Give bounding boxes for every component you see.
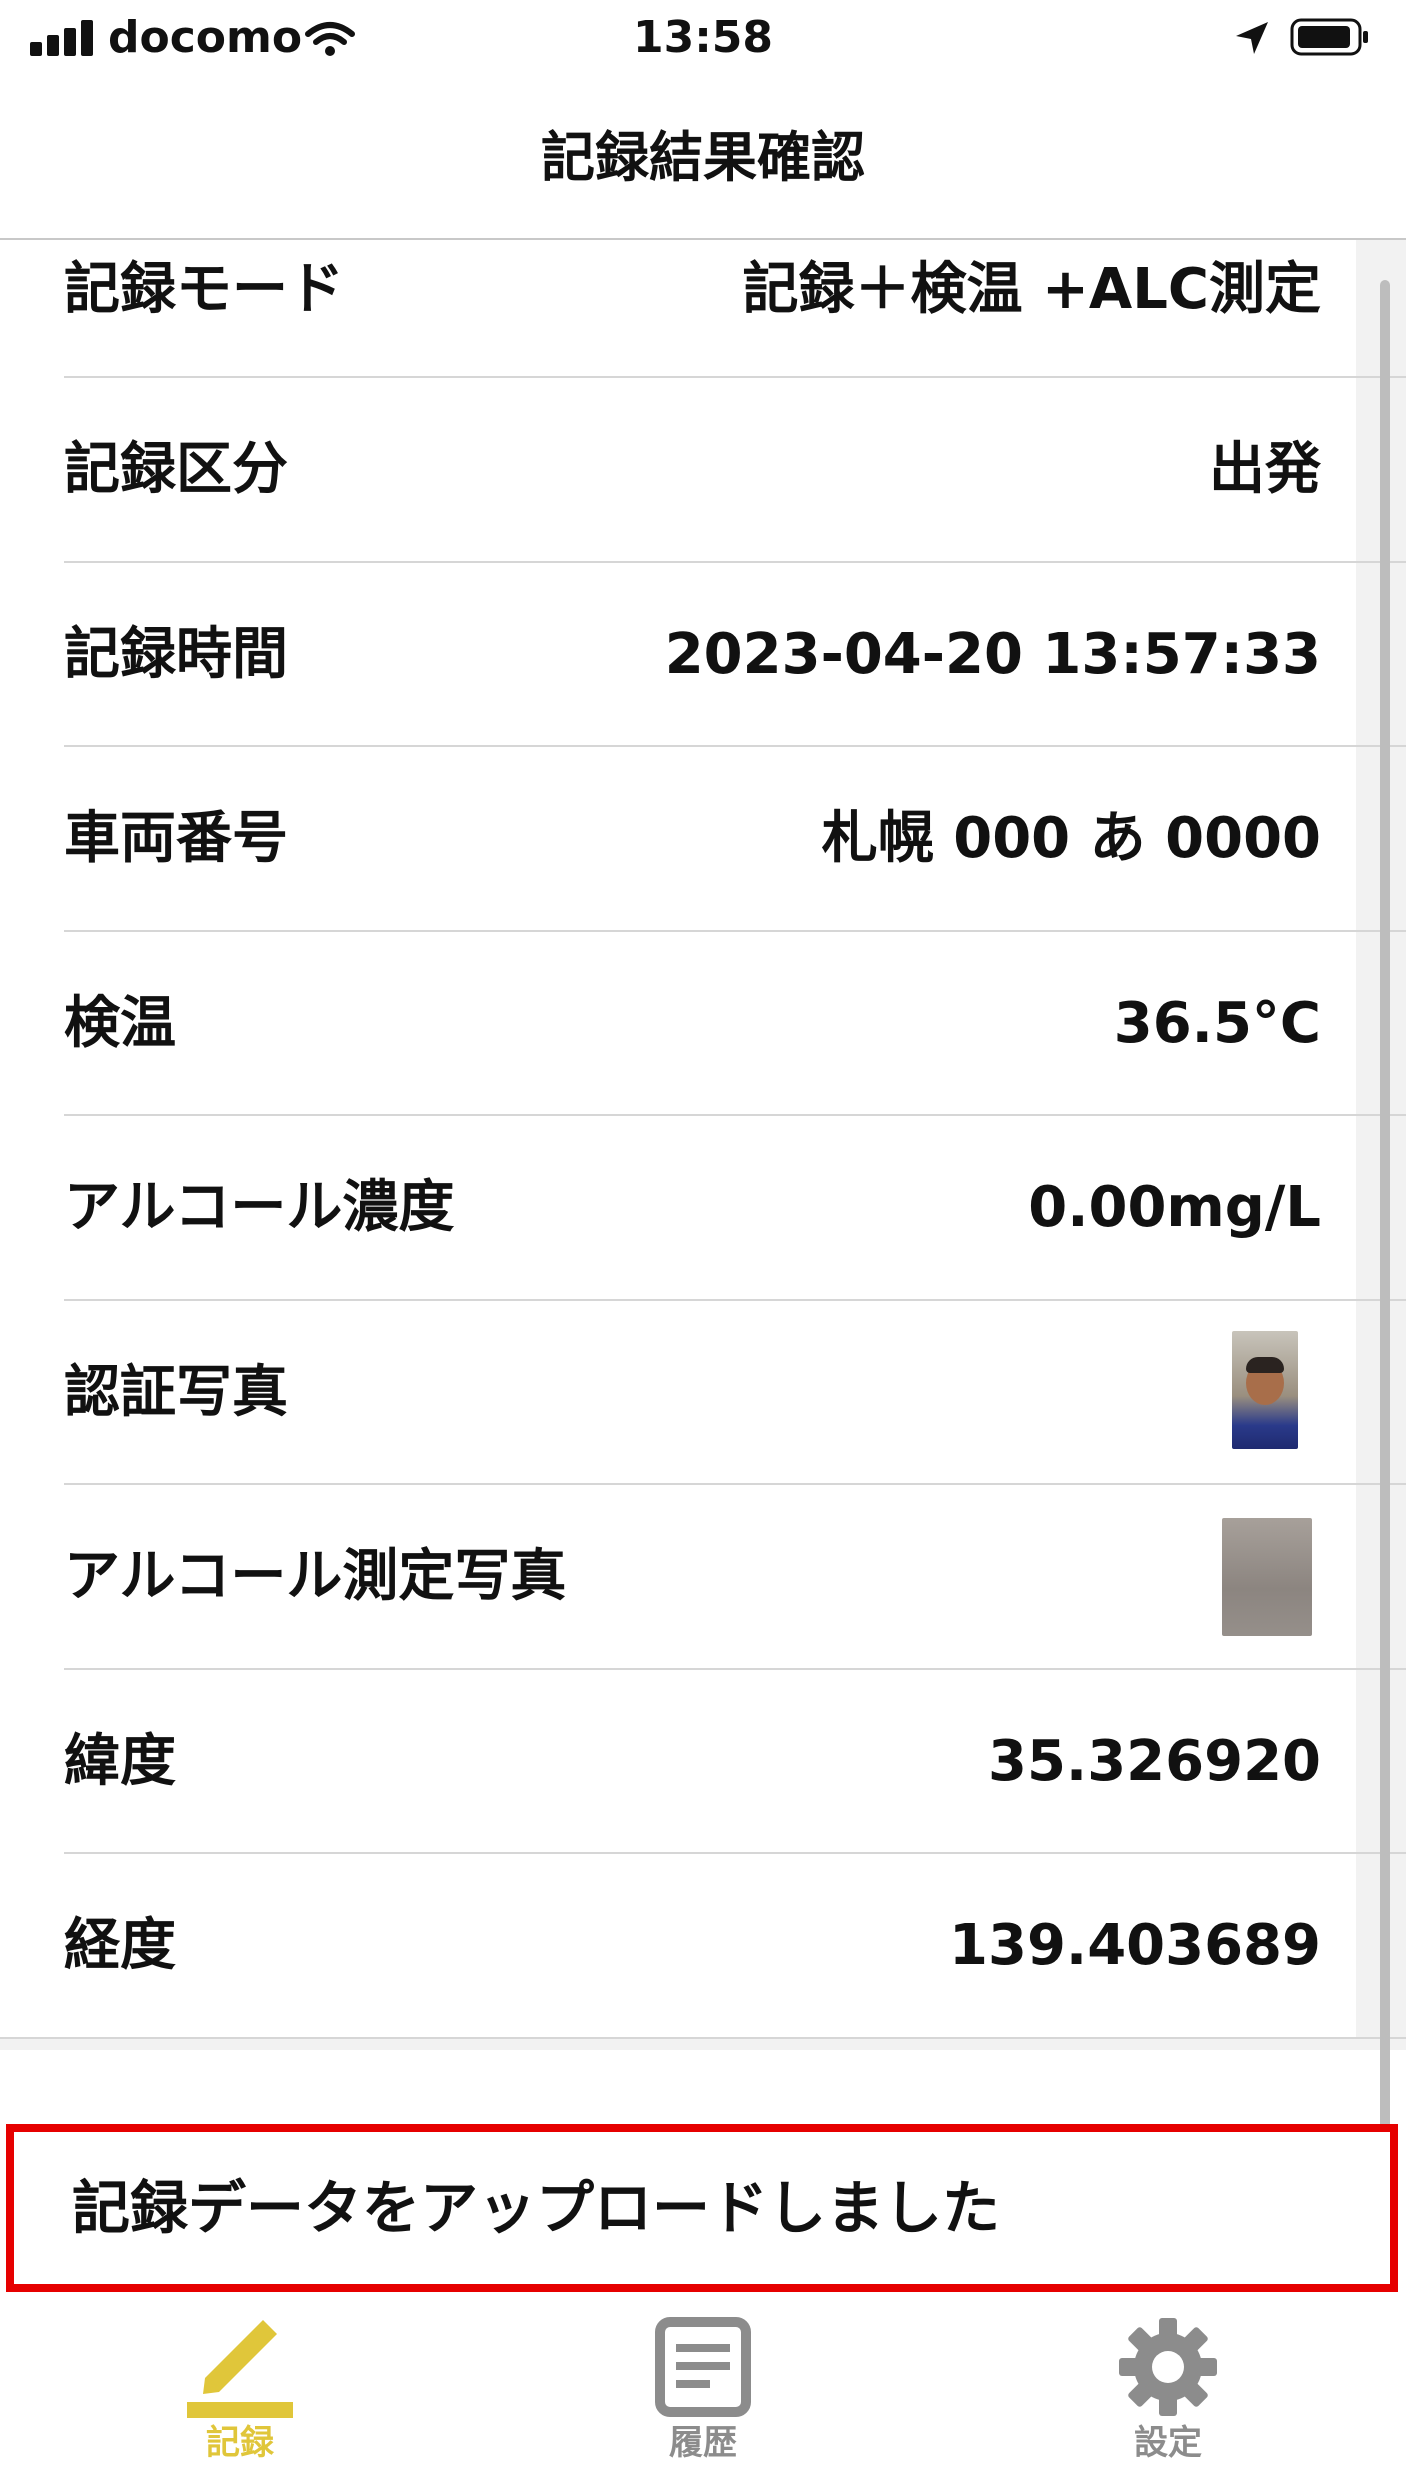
row-value: 139.403689 xyxy=(949,1913,1321,1978)
row-value: 36.5°C xyxy=(1113,990,1321,1056)
row-label: 記録区分 xyxy=(64,437,288,502)
row-label: 記録モード xyxy=(64,257,344,322)
row-label: 経度 xyxy=(64,1913,176,1978)
row-record-mode: 記録モード 記録＋検温 +ALC測定 xyxy=(0,240,1406,378)
row-alcohol-photo: アルコール測定写真 xyxy=(0,1485,1406,1670)
row-label: アルコール測定写真 xyxy=(64,1544,567,1609)
document-icon xyxy=(655,2317,751,2417)
scrollbar[interactable] xyxy=(1380,280,1390,2205)
row-value: 2023-04-20 13:57:33 xyxy=(664,621,1321,687)
row-value: 記録＋検温 +ALC測定 xyxy=(742,257,1321,322)
clock: 13:58 xyxy=(632,12,774,63)
toast-message: 記録データをアップロードしました xyxy=(72,2174,1001,2242)
tab-record[interactable]: 記録 xyxy=(90,2300,390,2475)
row-label: 検温 xyxy=(64,990,176,1056)
row-label: 緯度 xyxy=(64,1728,176,1794)
tab-label: 記録 xyxy=(206,2423,274,2463)
location-arrow-icon xyxy=(1236,22,1268,54)
row-record-time: 記録時間 2023-04-20 13:57:33 xyxy=(0,563,1406,748)
battery-icon xyxy=(1290,18,1368,56)
row-value: 出発 xyxy=(1209,437,1321,502)
navigation-bar: 記録結果確認 xyxy=(0,80,1406,240)
tab-label: 設定 xyxy=(1134,2423,1202,2463)
row-value: 35.326920 xyxy=(988,1728,1321,1794)
tab-settings[interactable]: 設定 xyxy=(1018,2300,1318,2475)
tab-label: 履歴 xyxy=(669,2423,737,2463)
row-longitude: 経度 139.403689 xyxy=(0,1854,1406,2039)
record-detail-list[interactable]: 記録モード 記録＋検温 +ALC測定 記録区分 出発 記録時間 2023-04-… xyxy=(0,240,1406,2205)
row-label: 記録時間 xyxy=(64,621,288,687)
row-temperature: 検温 36.5°C xyxy=(0,932,1406,1117)
row-vehicle-number: 車両番号 札幌 000 あ 0000 xyxy=(0,747,1406,932)
pencil-icon xyxy=(187,2320,293,2418)
row-label: アルコール濃度 xyxy=(64,1175,455,1240)
row-label: 車両番号 xyxy=(64,806,288,871)
row-label: 認証写真 xyxy=(64,1359,288,1425)
tab-history[interactable]: 履歴 xyxy=(553,2300,853,2475)
auth-photo-thumbnail[interactable] xyxy=(1232,1330,1298,1449)
row-alcohol-concentration: アルコール濃度 0.00mg/L xyxy=(0,1116,1406,1301)
page-title: 記録結果確認 xyxy=(541,126,865,189)
row-value: 札幌 000 あ 0000 xyxy=(821,806,1321,871)
row-record-category: 記録区分 出発 xyxy=(0,378,1406,563)
upload-complete-toast: 記録データをアップロードしました xyxy=(6,2124,1398,2292)
gear-icon xyxy=(1119,2318,1217,2416)
tab-bar: 記録 履歴 設定 xyxy=(0,2300,1406,2475)
row-latitude: 緯度 35.326920 xyxy=(0,1670,1406,1855)
status-bar: docomo 13:58 xyxy=(0,0,1406,80)
row-value: 0.00mg/L xyxy=(1028,1175,1321,1240)
alcohol-photo-thumbnail[interactable] xyxy=(1222,1518,1312,1636)
row-auth-photo: 認証写真 xyxy=(0,1301,1406,1486)
